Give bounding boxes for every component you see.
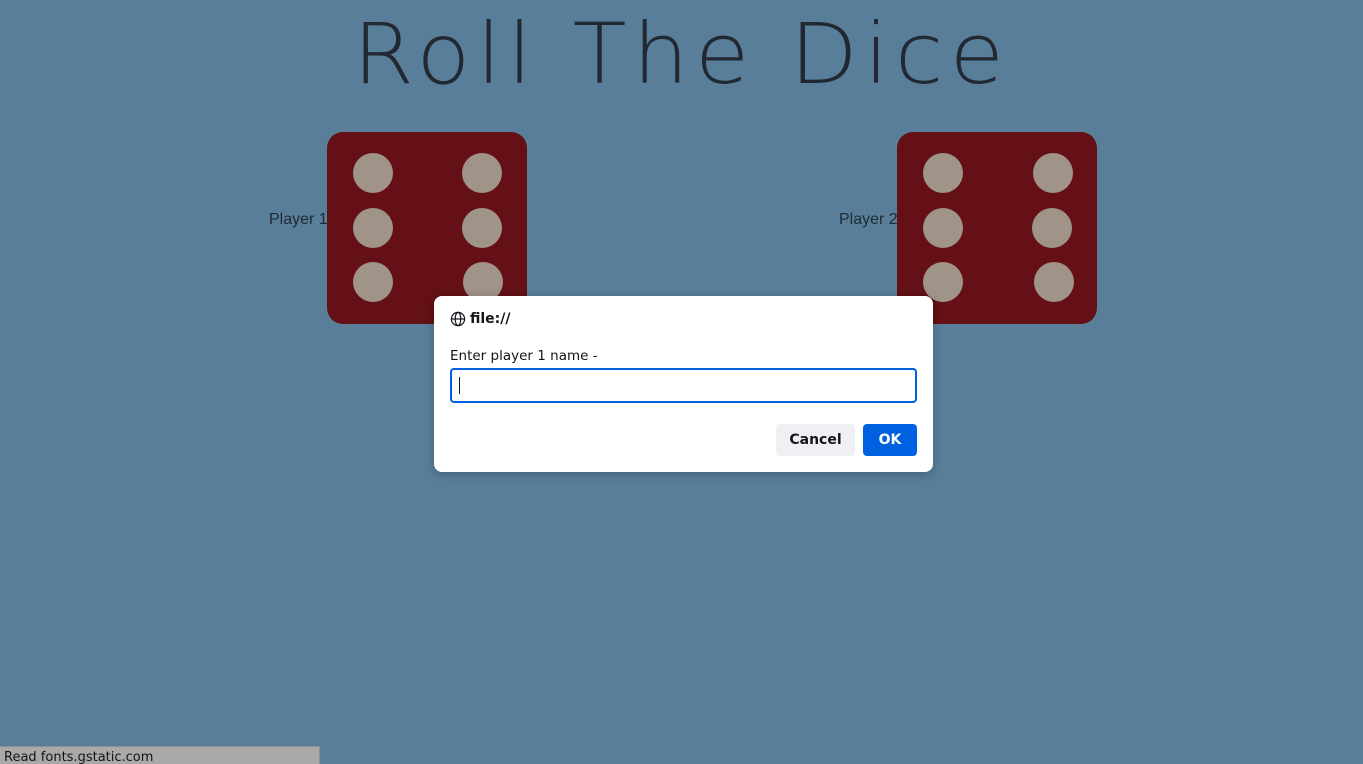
dialog-origin: file:// [450, 311, 511, 327]
page-title: Roll The Dice [352, 5, 1011, 103]
player-name-input[interactable] [450, 368, 917, 403]
die-pip [1034, 262, 1074, 302]
player-2-die[interactable] [897, 132, 1097, 324]
dialog-origin-text: file:// [470, 311, 511, 327]
die-pip [353, 262, 393, 302]
die-pip [353, 208, 393, 248]
die-pip [462, 153, 502, 193]
player-1-label: Player 1 [269, 211, 328, 228]
status-bar: Read fonts.gstatic.com [0, 746, 320, 764]
dialog-message: Enter player 1 name - [450, 348, 598, 364]
die-pip [353, 153, 393, 193]
die-pip [1033, 153, 1073, 193]
die-pip [923, 262, 963, 302]
die-pip [462, 208, 502, 248]
text-caret [459, 377, 460, 394]
die-pip [923, 208, 963, 248]
die-pip [1032, 208, 1072, 248]
die-pip [923, 153, 963, 193]
ok-button[interactable]: OK [863, 424, 917, 456]
prompt-dialog: file:// Enter player 1 name - Cancel OK [434, 296, 933, 472]
player-2-label: Player 2 [839, 211, 898, 228]
globe-icon [450, 311, 470, 327]
cancel-button[interactable]: Cancel [776, 424, 855, 456]
